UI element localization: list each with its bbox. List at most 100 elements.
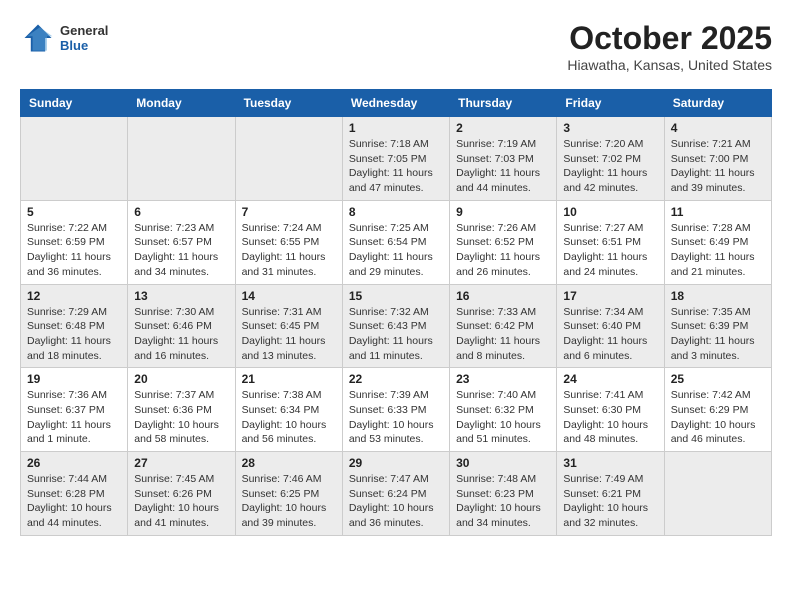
weekday-header-monday: Monday [128,90,235,117]
day-info: Sunrise: 7:22 AM Sunset: 6:59 PM Dayligh… [27,221,121,280]
calendar-cell: 15 Sunrise: 7:32 AM Sunset: 6:43 PM Dayli… [342,284,449,368]
calendar-cell [21,117,128,201]
day-number: 12 [27,289,121,303]
day-number: 1 [349,121,443,135]
calendar-cell: 7 Sunrise: 7:24 AM Sunset: 6:55 PM Daylig… [235,200,342,284]
day-info: Sunrise: 7:40 AM Sunset: 6:32 PM Dayligh… [456,388,550,447]
day-number: 5 [27,205,121,219]
calendar-cell: 20Sunrise: 7:37 AM Sunset: 6:36 PM Dayli… [128,368,235,452]
calendar-cell: 5 Sunrise: 7:22 AM Sunset: 6:59 PM Daylig… [21,200,128,284]
calendar-cell: 14Sunrise: 7:31 AM Sunset: 6:45 PM Dayli… [235,284,342,368]
calendar-cell: 25 Sunrise: 7:42 AM Sunset: 6:29 PM Dayli… [664,368,771,452]
logo-general-text: General [60,23,108,38]
logo-text: General Blue [60,23,108,53]
calendar-week-2: 5 Sunrise: 7:22 AM Sunset: 6:59 PM Daylig… [21,200,772,284]
calendar-cell: 27 Sunrise: 7:45 AM Sunset: 6:26 PM Dayli… [128,452,235,536]
day-info: Sunrise: 7:18 AM Sunset: 7:05 PM Dayligh… [349,137,443,196]
title-block: October 2025 Hiawatha, Kansas, United St… [567,20,772,73]
day-number: 24 [563,372,657,386]
weekday-header-tuesday: Tuesday [235,90,342,117]
calendar-cell: 23 Sunrise: 7:40 AM Sunset: 6:32 PM Dayli… [450,368,557,452]
day-info: Sunrise: 7:20 AM Sunset: 7:02 PM Dayligh… [563,137,657,196]
day-info: Sunrise: 7:44 AM Sunset: 6:28 PM Dayligh… [27,472,121,531]
location-text: Hiawatha, Kansas, United States [567,57,772,73]
day-info: Sunrise: 7:19 AM Sunset: 7:03 PM Dayligh… [456,137,550,196]
day-number: 26 [27,456,121,470]
calendar-cell: 18Sunrise: 7:35 AM Sunset: 6:39 PM Dayli… [664,284,771,368]
weekday-header-wednesday: Wednesday [342,90,449,117]
day-number: 23 [456,372,550,386]
calendar-cell: 31Sunrise: 7:49 AM Sunset: 6:21 PM Dayli… [557,452,664,536]
day-info: Sunrise: 7:47 AM Sunset: 6:24 PM Dayligh… [349,472,443,531]
day-number: 25 [671,372,765,386]
weekday-header-saturday: Saturday [664,90,771,117]
day-number: 2 [456,121,550,135]
calendar-body: 1 Sunrise: 7:18 AM Sunset: 7:05 PM Daylig… [21,117,772,536]
calendar-cell: 9Sunrise: 7:26 AM Sunset: 6:52 PM Daylig… [450,200,557,284]
calendar-cell: 16 Sunrise: 7:33 AM Sunset: 6:42 PM Dayli… [450,284,557,368]
calendar-cell [664,452,771,536]
day-number: 4 [671,121,765,135]
day-number: 7 [242,205,336,219]
day-number: 30 [456,456,550,470]
day-info: Sunrise: 7:33 AM Sunset: 6:42 PM Dayligh… [456,305,550,364]
calendar-table: SundayMondayTuesdayWednesdayThursdayFrid… [20,89,772,536]
day-number: 13 [134,289,228,303]
day-number: 9 [456,205,550,219]
calendar-cell [128,117,235,201]
calendar-week-3: 12Sunrise: 7:29 AM Sunset: 6:48 PM Dayli… [21,284,772,368]
day-number: 17 [563,289,657,303]
weekday-header-row: SundayMondayTuesdayWednesdayThursdayFrid… [21,90,772,117]
day-info: Sunrise: 7:34 AM Sunset: 6:40 PM Dayligh… [563,305,657,364]
calendar-cell: 3Sunrise: 7:20 AM Sunset: 7:02 PM Daylig… [557,117,664,201]
calendar-cell: 21Sunrise: 7:38 AM Sunset: 6:34 PM Dayli… [235,368,342,452]
day-number: 14 [242,289,336,303]
weekday-header-thursday: Thursday [450,90,557,117]
calendar-cell: 6Sunrise: 7:23 AM Sunset: 6:57 PM Daylig… [128,200,235,284]
day-info: Sunrise: 7:24 AM Sunset: 6:55 PM Dayligh… [242,221,336,280]
day-info: Sunrise: 7:49 AM Sunset: 6:21 PM Dayligh… [563,472,657,531]
day-info: Sunrise: 7:23 AM Sunset: 6:57 PM Dayligh… [134,221,228,280]
day-number: 27 [134,456,228,470]
weekday-header-sunday: Sunday [21,90,128,117]
day-number: 11 [671,205,765,219]
calendar-cell: 2 Sunrise: 7:19 AM Sunset: 7:03 PM Daylig… [450,117,557,201]
logo-icon [20,20,56,56]
calendar-cell: 13 Sunrise: 7:30 AM Sunset: 6:46 PM Dayli… [128,284,235,368]
page-header: General Blue October 2025 Hiawatha, Kans… [20,20,772,73]
day-info: Sunrise: 7:32 AM Sunset: 6:43 PM Dayligh… [349,305,443,364]
day-number: 20 [134,372,228,386]
day-number: 22 [349,372,443,386]
calendar-week-5: 26 Sunrise: 7:44 AM Sunset: 6:28 PM Dayli… [21,452,772,536]
calendar-cell: 17 Sunrise: 7:34 AM Sunset: 6:40 PM Dayli… [557,284,664,368]
calendar-cell: 30Sunrise: 7:48 AM Sunset: 6:23 PM Dayli… [450,452,557,536]
calendar-cell: 1 Sunrise: 7:18 AM Sunset: 7:05 PM Daylig… [342,117,449,201]
day-info: Sunrise: 7:27 AM Sunset: 6:51 PM Dayligh… [563,221,657,280]
logo: General Blue [20,20,108,56]
day-number: 16 [456,289,550,303]
day-number: 8 [349,205,443,219]
day-info: Sunrise: 7:41 AM Sunset: 6:30 PM Dayligh… [563,388,657,447]
logo-blue-text: Blue [60,38,108,53]
day-number: 28 [242,456,336,470]
day-number: 19 [27,372,121,386]
calendar-cell: 8 Sunrise: 7:25 AM Sunset: 6:54 PM Daylig… [342,200,449,284]
day-info: Sunrise: 7:25 AM Sunset: 6:54 PM Dayligh… [349,221,443,280]
calendar-week-1: 1 Sunrise: 7:18 AM Sunset: 7:05 PM Daylig… [21,117,772,201]
day-info: Sunrise: 7:42 AM Sunset: 6:29 PM Dayligh… [671,388,765,447]
day-number: 15 [349,289,443,303]
month-title: October 2025 [567,20,772,57]
calendar-cell: 19 Sunrise: 7:36 AM Sunset: 6:37 PM Dayli… [21,368,128,452]
day-info: Sunrise: 7:46 AM Sunset: 6:25 PM Dayligh… [242,472,336,531]
day-info: Sunrise: 7:30 AM Sunset: 6:46 PM Dayligh… [134,305,228,364]
day-info: Sunrise: 7:36 AM Sunset: 6:37 PM Dayligh… [27,388,121,447]
day-info: Sunrise: 7:39 AM Sunset: 6:33 PM Dayligh… [349,388,443,447]
calendar-cell: 28 Sunrise: 7:46 AM Sunset: 6:25 PM Dayli… [235,452,342,536]
calendar-cell: 12Sunrise: 7:29 AM Sunset: 6:48 PM Dayli… [21,284,128,368]
day-info: Sunrise: 7:45 AM Sunset: 6:26 PM Dayligh… [134,472,228,531]
day-number: 29 [349,456,443,470]
day-info: Sunrise: 7:38 AM Sunset: 6:34 PM Dayligh… [242,388,336,447]
calendar-cell: 11Sunrise: 7:28 AM Sunset: 6:49 PM Dayli… [664,200,771,284]
calendar-cell: 22 Sunrise: 7:39 AM Sunset: 6:33 PM Dayli… [342,368,449,452]
day-number: 18 [671,289,765,303]
